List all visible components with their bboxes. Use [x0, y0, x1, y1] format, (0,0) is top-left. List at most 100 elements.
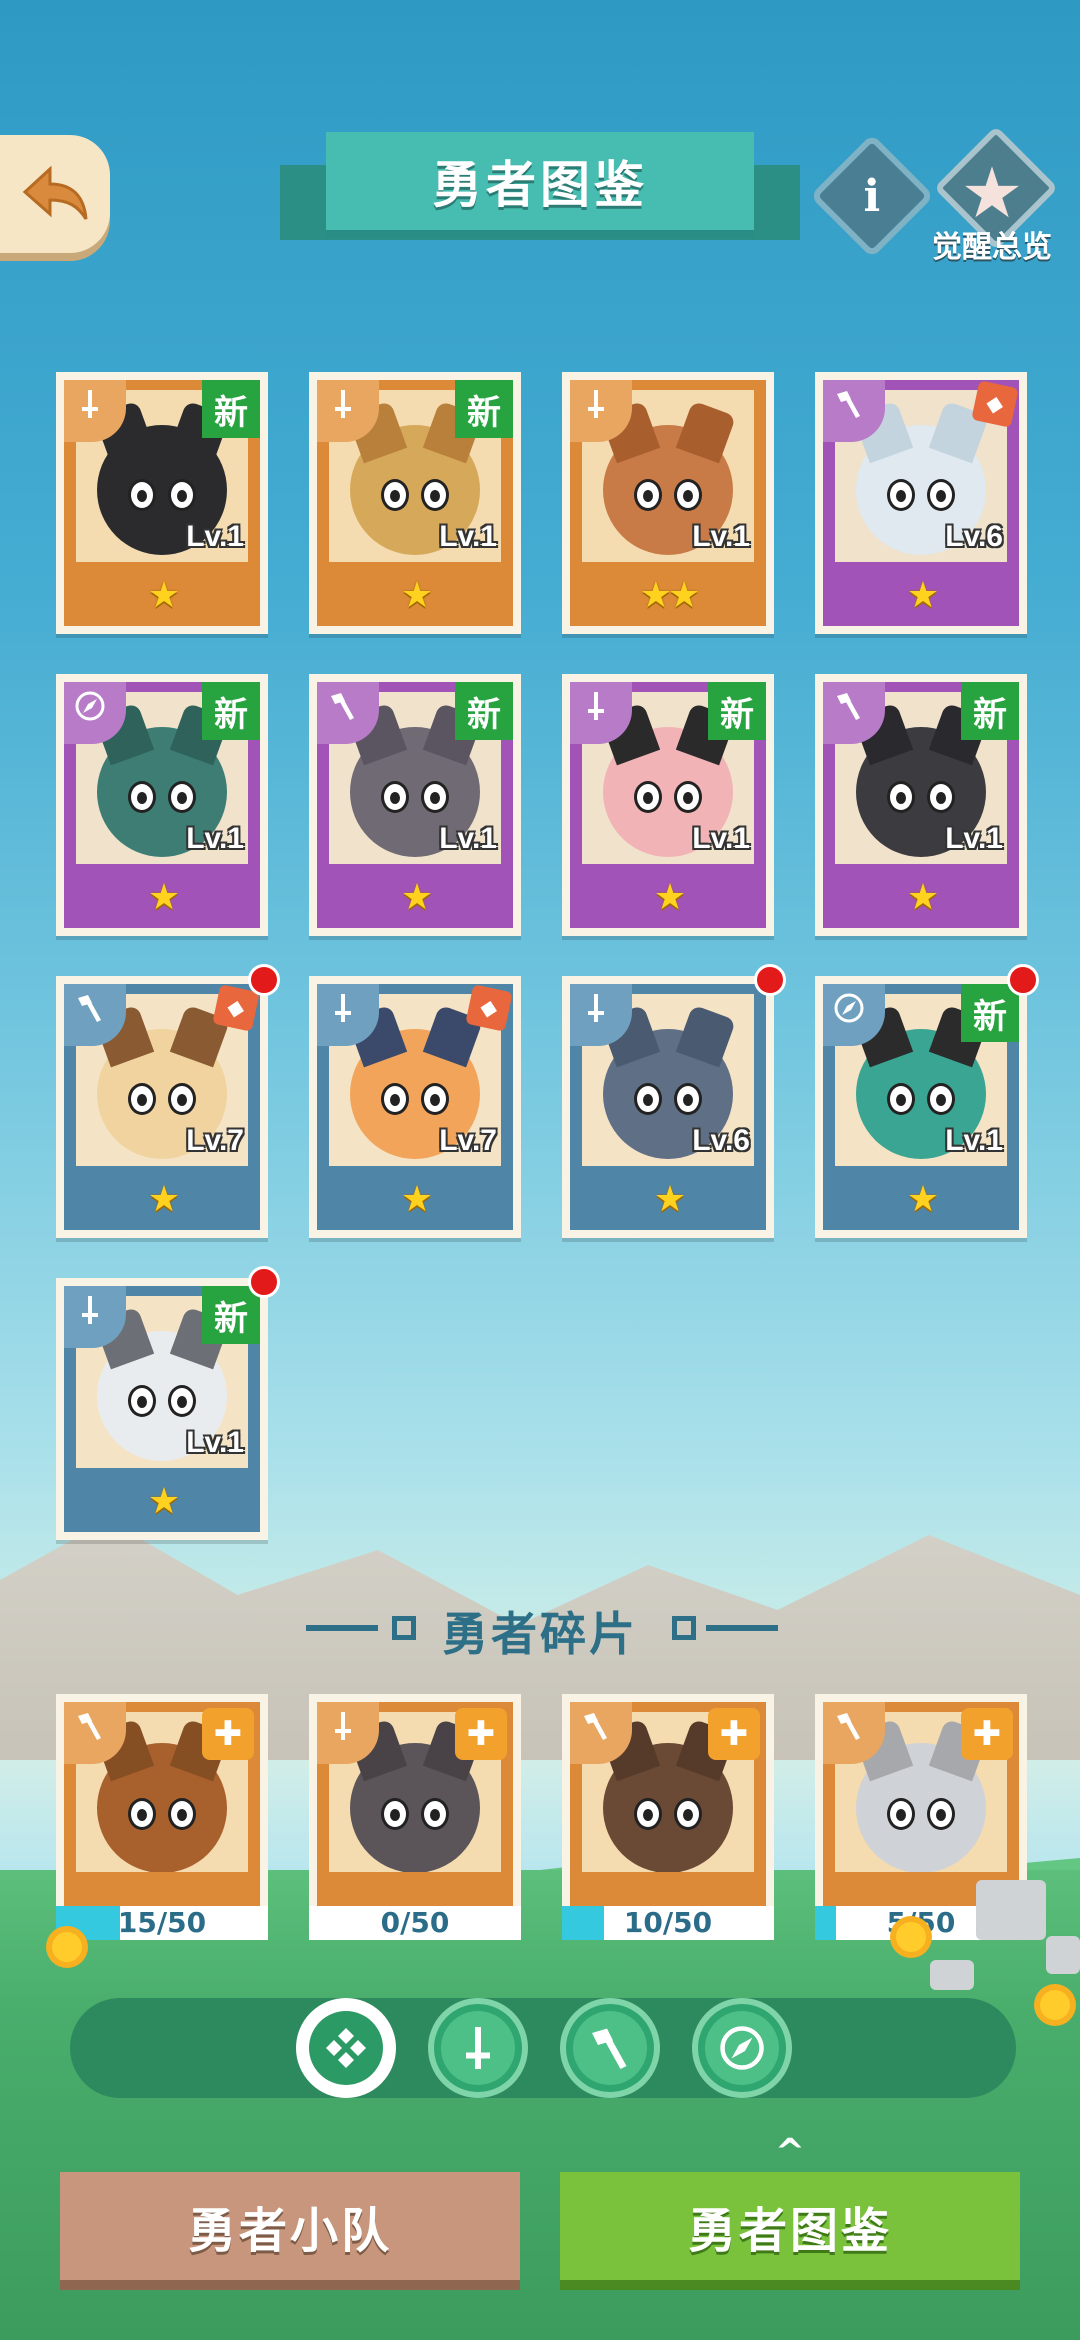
hero-card-frame: 新 Lv.1 ★ — [823, 984, 1019, 1230]
hero-eye — [167, 1797, 196, 1830]
divider-line-right — [706, 1625, 778, 1631]
hero-level: Lv.1 — [186, 1426, 244, 1459]
hero-card[interactable]: 新 Lv.1 ★ — [815, 964, 1039, 1238]
hero-card[interactable]: 新 Lv.1 ★ — [56, 372, 268, 634]
hero-stars: ★ — [400, 877, 433, 918]
fragment-progress-bar: 15/50 — [56, 1906, 268, 1940]
hero-eye — [381, 479, 410, 512]
hero-eye — [673, 781, 702, 814]
hero-card[interactable]: 新 Lv.1 ★ — [309, 372, 521, 634]
hero-card[interactable]: ◆ Lv.6 ★ — [815, 372, 1027, 634]
filter-hammer-button[interactable] — [560, 1998, 660, 2098]
hero-level: Lv.1 — [692, 520, 750, 553]
fragment-card[interactable]: ✚ — [562, 1694, 774, 1916]
hero-card[interactable]: ◆ Lv.7 ★ — [309, 976, 521, 1238]
page-title-banner: 勇者图鉴 — [326, 132, 754, 230]
hero-card-frame: ◆ Lv.7 ★ — [317, 984, 513, 1230]
page-title: 勇者图鉴 — [432, 156, 648, 214]
tab-hero-dex[interactable]: 勇者图鉴 — [560, 2172, 1020, 2280]
hero-eye — [167, 1385, 196, 1418]
new-badge: 新 — [455, 682, 513, 740]
hero-stars: ★ — [147, 877, 180, 918]
hero-eye — [926, 1083, 955, 1116]
hero-level: Lv.1 — [692, 822, 750, 855]
fragment-card-frame: ✚ — [570, 1702, 766, 1908]
fragments-title: 勇者碎片 — [442, 1607, 638, 1661]
fragment-card[interactable]: ✚ — [56, 1694, 268, 1916]
hero-eye — [420, 781, 449, 814]
hero-stars: ★ — [147, 575, 180, 616]
hero-eye — [381, 1797, 410, 1830]
new-badge: 新 — [961, 682, 1019, 740]
hammer-icon — [573, 2011, 647, 2085]
hero-card[interactable]: Lv.6 ★ — [562, 964, 786, 1238]
hero-card-frame: 新 Lv.1 ★ — [64, 380, 260, 626]
hero-card[interactable]: 新 Lv.1 ★ — [56, 1266, 280, 1540]
fragment-card[interactable]: ✚ — [309, 1694, 521, 1916]
fragment-progress-bar: 10/50 — [562, 1906, 774, 1940]
info-button[interactable]: i — [809, 133, 935, 259]
class-filter-bar — [70, 1998, 1016, 2098]
hero-eye — [128, 1797, 157, 1830]
hero-eye — [673, 1797, 702, 1830]
fragment-card-frame: ✚ — [823, 1702, 1019, 1908]
grid-diamond-icon — [309, 2011, 383, 2085]
hero-card[interactable]: 新 Lv.1 ★ — [562, 674, 774, 936]
hero-card-frame: 新 Lv.1 ★ — [823, 682, 1019, 928]
hero-card-frame: 新 Lv.1 ★ — [570, 682, 766, 928]
filter-compass-button[interactable] — [692, 1998, 792, 2098]
hero-level: Lv.6 — [692, 1124, 750, 1157]
back-button[interactable] — [0, 135, 110, 253]
divider-square-right — [672, 1616, 696, 1640]
hero-stars: ★★ — [639, 575, 701, 616]
hero-eye — [926, 479, 955, 512]
hero-stars: ★ — [147, 1179, 180, 1220]
hero-level: Lv.1 — [439, 520, 497, 553]
hero-card[interactable]: 新 Lv.1 ★ — [309, 674, 521, 936]
new-badge: 新 — [202, 380, 260, 438]
notification-dot — [754, 964, 786, 996]
hero-card[interactable]: 新 Lv.1 ★ — [815, 674, 1027, 936]
notification-dot — [1007, 964, 1039, 996]
hero-stars: ★ — [906, 877, 939, 918]
hero-face — [346, 1718, 484, 1872]
hero-ear — [675, 1004, 737, 1068]
hero-card-frame: Lv.6 ★ — [570, 984, 766, 1230]
hero-level: Lv.1 — [945, 822, 1003, 855]
puzzle-piece-icon: ✚ — [455, 1708, 507, 1760]
flower-decoration — [1040, 1990, 1070, 2020]
awaken-overview-label: 觉醒总览 — [932, 230, 1052, 265]
hero-card-frame: 新 Lv.1 ★ — [317, 682, 513, 928]
flower-decoration — [52, 1932, 82, 1962]
hero-level: Lv.6 — [945, 520, 1003, 553]
filter-all-button[interactable] — [296, 1998, 396, 2098]
hero-eye — [634, 1797, 663, 1830]
hero-card[interactable]: Lv.1 ★★ — [562, 372, 774, 634]
tab-hero-team[interactable]: 勇者小队 — [60, 2172, 520, 2280]
rock-decoration — [1046, 1936, 1080, 1974]
fragment-card-frame: ✚ — [317, 1702, 513, 1908]
filter-sword-button[interactable] — [428, 1998, 528, 2098]
hero-eye — [128, 1083, 157, 1116]
awaken-overview-button[interactable]: ★ 觉醒总览 — [922, 125, 1062, 270]
hero-eye — [673, 1083, 702, 1116]
hero-level: Lv.1 — [439, 822, 497, 855]
hero-eye — [887, 781, 916, 814]
hero-level: Lv.1 — [945, 1124, 1003, 1157]
hero-card-frame: ◆ Lv.6 ★ — [823, 380, 1019, 626]
puzzle-piece-icon: ✚ — [202, 1708, 254, 1760]
rock-decoration — [976, 1880, 1046, 1940]
hero-stars: ★ — [906, 575, 939, 616]
hero-eye — [634, 781, 663, 814]
awaken-tag-icon: ◆ — [465, 984, 513, 1032]
hero-card[interactable]: ◆ Lv.7 ★ — [56, 964, 280, 1238]
compass-icon — [705, 2011, 779, 2085]
hero-stars: ★ — [653, 877, 686, 918]
new-badge: 新 — [708, 682, 766, 740]
rock-decoration — [930, 1960, 974, 1990]
notification-dot — [248, 1266, 280, 1298]
hero-ear — [675, 400, 737, 464]
hero-face — [852, 1718, 990, 1872]
hero-face — [599, 1718, 737, 1872]
hero-card[interactable]: 新 Lv.1 ★ — [56, 674, 268, 936]
